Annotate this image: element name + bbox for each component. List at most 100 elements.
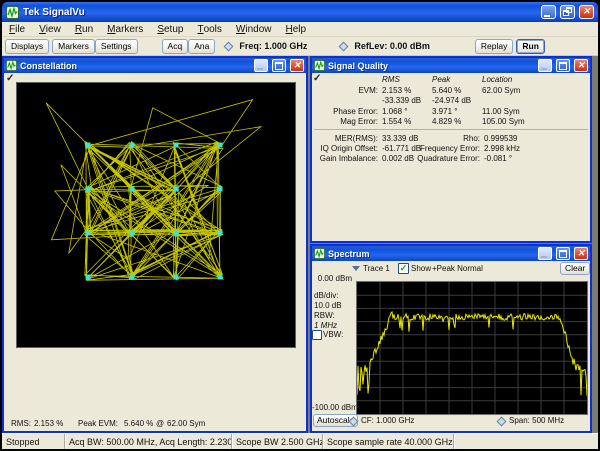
constellation-minimize-button[interactable] xyxy=(254,59,268,72)
close-button[interactable]: ✕ xyxy=(579,5,594,19)
mag-location: 105.00 Sym xyxy=(482,117,525,127)
menubar: File View Run Markers Setup Tools Window… xyxy=(2,22,598,37)
gain-imbalance-label: Gain Imbalance: xyxy=(312,154,378,164)
constellation-titlebar[interactable]: Constellation ✕ xyxy=(4,58,306,73)
span-knob-icon xyxy=(497,417,507,427)
constellation-body: ✓ RMS: 2.153 % Peak EVM: 5.640 % @ 62.00… xyxy=(4,73,306,431)
sq-row-mer: MER(RMS): 33.339 dB Rho: 0.999539 xyxy=(312,134,590,144)
quadrature-error-value: -0.081 ° xyxy=(484,154,512,164)
quadrature-error-label: Quadrature Error: xyxy=(408,154,480,164)
spectrum-window: Spectrum ✕ Trace 1 ✓ Show +Peak Normal C… xyxy=(310,244,592,433)
freq-readout[interactable]: Freq: 1.000 GHz xyxy=(239,41,307,51)
signal-quality-window: Signal Quality ✕ ✓ RMS Peak Location EVM… xyxy=(310,56,592,243)
replay-button[interactable]: Replay xyxy=(475,39,513,54)
settings-button[interactable]: Settings xyxy=(95,39,138,54)
restore-button[interactable] xyxy=(560,5,575,19)
col-header-rms: RMS xyxy=(382,75,400,85)
show-checkbox[interactable]: ✓ xyxy=(398,263,409,274)
sq-row-iq-offset: IQ Origin Offset: -61.771 dB Frequency E… xyxy=(312,144,590,154)
rbw-value[interactable]: 1 MHz xyxy=(314,321,337,330)
row-label: Phase Error: xyxy=(312,107,378,117)
rms-value: 2.153 % xyxy=(34,419,63,428)
cf-readout[interactable]: CF: 1.000 GHz xyxy=(361,416,414,425)
status-filler xyxy=(454,434,598,449)
constellation-window: Constellation ✕ ✓ RMS: 2.153 % Peak EVM:… xyxy=(2,56,308,433)
sq-row-gain-imbalance: Gain Imbalance: 0.002 dB Quadrature Erro… xyxy=(312,154,590,164)
spectrum-body: Trace 1 ✓ Show +Peak Normal Clear 0.00 d… xyxy=(312,261,590,431)
spectrum-title: Spectrum xyxy=(328,249,534,259)
app-window: Tek SignalVu ✕ File View Run Markers Set… xyxy=(2,2,598,449)
trace-selector[interactable]: Trace 1 xyxy=(363,264,390,273)
signal-quality-title: Signal Quality xyxy=(328,61,534,71)
vbw-checkbox[interactable] xyxy=(312,330,322,340)
spectrum-minimize-button[interactable] xyxy=(538,247,552,260)
screen: Tek SignalVu ✕ File View Run Markers Set… xyxy=(0,0,600,451)
spectrum-titlebar[interactable]: Spectrum ✕ xyxy=(312,246,590,261)
rbw-label: RBW: xyxy=(314,311,335,320)
mag-rms: 1.554 % xyxy=(382,117,411,127)
markers-button[interactable]: Markers xyxy=(52,39,95,54)
constellation-plot xyxy=(16,82,296,348)
evm-peak-db: -24.974 dB xyxy=(432,96,471,106)
sq-row-evm-db: -33.339 dB -24.974 dB xyxy=(312,96,590,106)
clear-button[interactable]: Clear xyxy=(560,262,590,275)
freq-error-value: 2.998 kHz xyxy=(484,144,520,154)
menu-help[interactable]: Help xyxy=(279,22,314,36)
displays-button[interactable]: Displays xyxy=(5,39,49,54)
row-label: Mag Error: xyxy=(312,117,378,127)
at-value: 62.00 Sym xyxy=(167,419,205,428)
evm-peak: 5.640 % xyxy=(432,86,461,96)
signal-quality-minimize-button[interactable] xyxy=(538,59,552,72)
span-readout[interactable]: Span: 500 MHz xyxy=(509,416,564,425)
menu-markers[interactable]: Markers xyxy=(100,22,150,36)
app-icon xyxy=(6,6,19,19)
workspace: Constellation ✕ ✓ RMS: 2.153 % Peak EVM:… xyxy=(2,56,598,433)
phase-peak: 3.971 ° xyxy=(432,107,457,117)
sq-row-mag-error: Mag Error: 1.554 % 4.829 % 105.00 Sym xyxy=(312,117,590,127)
reflev-knob-icon xyxy=(339,41,349,51)
signal-quality-titlebar[interactable]: Signal Quality ✕ xyxy=(312,58,590,73)
constellation-title: Constellation xyxy=(20,61,250,71)
status-state: Stopped xyxy=(2,434,65,449)
menu-view[interactable]: View xyxy=(32,22,68,36)
spectrum-window-icon xyxy=(314,248,325,259)
sq-row-evm: EVM: 2.153 % 5.640 % 62.00 Sym xyxy=(312,86,590,96)
phase-location: 11.00 Sym xyxy=(482,107,520,117)
freq-error-label: Frequency Error: xyxy=(408,144,480,154)
ana-button[interactable]: Ana xyxy=(188,39,215,54)
mag-peak: 4.829 % xyxy=(432,117,461,127)
acq-button[interactable]: Acq xyxy=(162,39,189,54)
signal-quality-close-button[interactable]: ✕ xyxy=(574,59,588,72)
menu-window[interactable]: Window xyxy=(229,22,279,36)
sq-row-phase-error: Phase Error: 1.068 ° 3.971 ° 11.00 Sym xyxy=(312,107,590,117)
col-header-peak: Peak xyxy=(432,75,450,85)
db-div-value[interactable]: 10.0 dB xyxy=(314,301,342,310)
signal-quality-maximize-button[interactable] xyxy=(556,59,570,72)
menu-run[interactable]: Run xyxy=(68,22,100,36)
window-title: Tek SignalVu xyxy=(23,7,537,18)
rho-label: Rho: xyxy=(408,134,480,144)
freq-knob-icon xyxy=(224,41,234,51)
phase-rms: 1.068 ° xyxy=(382,107,407,117)
menu-tools[interactable]: Tools xyxy=(190,22,228,36)
spectrum-close-button[interactable]: ✕ xyxy=(574,247,588,260)
main-titlebar[interactable]: Tek SignalVu ✕ xyxy=(2,2,598,22)
status-scope-rate: Scope sample rate 40.000 GHz xyxy=(323,434,454,449)
menu-file[interactable]: File xyxy=(2,22,32,36)
spectrum-maximize-button[interactable] xyxy=(556,247,570,260)
ref-level-bottom: -100.00 dBm xyxy=(312,403,352,412)
reflev-readout[interactable]: RefLev: 0.00 dBm xyxy=(354,41,430,51)
row-label: EVM: xyxy=(312,86,378,96)
minimize-button[interactable] xyxy=(541,5,556,19)
signal-quality-window-icon xyxy=(314,60,325,71)
run-button[interactable]: Run xyxy=(516,39,545,54)
constellation-close-button[interactable]: ✕ xyxy=(290,59,304,72)
iq-offset-label: IQ Origin Offset: xyxy=(312,144,378,154)
sq-separator xyxy=(314,129,588,130)
evm-location: 62.00 Sym xyxy=(482,86,520,96)
rho-value: 0.999539 xyxy=(484,134,517,144)
trace-dropdown-arrow-icon[interactable] xyxy=(352,266,360,271)
evm-rms-db: -33.339 dB xyxy=(382,96,421,106)
menu-setup[interactable]: Setup xyxy=(150,22,190,36)
constellation-maximize-button[interactable] xyxy=(272,59,286,72)
